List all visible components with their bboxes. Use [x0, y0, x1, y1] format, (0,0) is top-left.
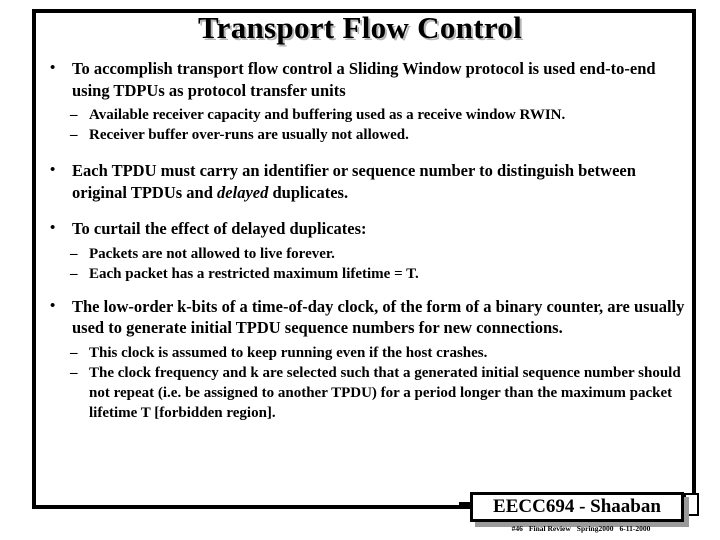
bullet-marker-icon: •: [50, 220, 56, 236]
credit-date: 6-11-2000: [619, 524, 651, 533]
bullet-item: • The low-order k-bits of a time-of-day …: [42, 296, 692, 339]
badge-label: EECC694 - Shaaban: [493, 496, 661, 517]
sub-bullet-item: – Receiver buffer over-runs are usually …: [42, 125, 692, 145]
dash-marker-icon: –: [70, 344, 78, 361]
bullet-text-part-1: Each TPDU must carry an identifier or se…: [72, 161, 636, 202]
sub-bullet-item: – Packets are not allowed to live foreve…: [42, 244, 692, 264]
page-title: Transport Flow Control: [197, 10, 523, 45]
bullet-text: Each TPDU must carry an identifier or se…: [72, 161, 636, 202]
badge-box: EECC694 - Shaaban: [470, 492, 684, 522]
badge-left-nub-icon: [459, 502, 470, 507]
sub-bullet-text: This clock is assumed to keep running ev…: [89, 344, 488, 361]
bullet-group-4: • The low-order k-bits of a time-of-day …: [42, 296, 692, 423]
bullet-marker-icon: •: [50, 162, 56, 178]
sub-bullet-item: – Each packet has a restricted maximum l…: [42, 264, 692, 284]
footer-badge: EECC694 - Shaaban: [459, 492, 699, 527]
sub-bullet-text: Receiver buffer over-runs are usually no…: [89, 127, 409, 143]
sub-bullet-text: Each packet has a restricted maximum lif…: [89, 265, 419, 282]
bullet-item: • To accomplish transport flow control a…: [42, 58, 692, 101]
bullet-group-1: • To accomplish transport flow control a…: [42, 58, 692, 145]
slide-body: • To accomplish transport flow control a…: [42, 58, 692, 423]
credit-slide-number: #46: [511, 524, 523, 533]
bullet-text: The low-order k-bits of a time-of-day cl…: [72, 296, 685, 338]
bullet-text: To accomplish transport flow control a S…: [72, 59, 656, 100]
bullet-marker-icon: •: [50, 297, 56, 314]
sub-bullet-text: Packets are not allowed to live forever.: [89, 245, 335, 262]
bullet-marker-icon: •: [50, 60, 56, 76]
dash-marker-icon: –: [70, 245, 78, 262]
bullet-group-3: • To curtail the effect of delayed dupli…: [42, 218, 692, 284]
credit-course: Final Review: [528, 524, 571, 533]
credit-term: Spring2000: [576, 524, 614, 533]
sub-bullet-item: – This clock is assumed to keep running …: [42, 343, 692, 363]
footer-credit: #46 Final Review Spring2000 6-11-2000: [470, 524, 692, 533]
dash-marker-icon: –: [70, 364, 78, 381]
bullet-item: • To curtail the effect of delayed dupli…: [42, 218, 692, 240]
bullet-text-emphasis: delayed: [217, 182, 269, 202]
sub-bullet-text: The clock frequency and k are selected s…: [89, 364, 681, 421]
bullet-text: To curtail the effect of delayed duplica…: [72, 219, 367, 238]
dash-marker-icon: –: [70, 265, 78, 282]
sub-bullet-item: – The clock frequency and k are selected…: [42, 363, 692, 423]
sub-bullet-text: Available receiver capacity and bufferin…: [89, 107, 566, 123]
dash-marker-icon: –: [70, 107, 78, 123]
dash-marker-icon: –: [70, 127, 78, 143]
bullet-group-2: • Each TPDU must carry an identifier or …: [42, 160, 692, 203]
bullet-text-part-2: duplicates.: [268, 182, 349, 202]
bullet-item: • Each TPDU must carry an identifier or …: [42, 160, 692, 203]
sub-bullet-item: – Available receiver capacity and buffer…: [42, 105, 692, 125]
